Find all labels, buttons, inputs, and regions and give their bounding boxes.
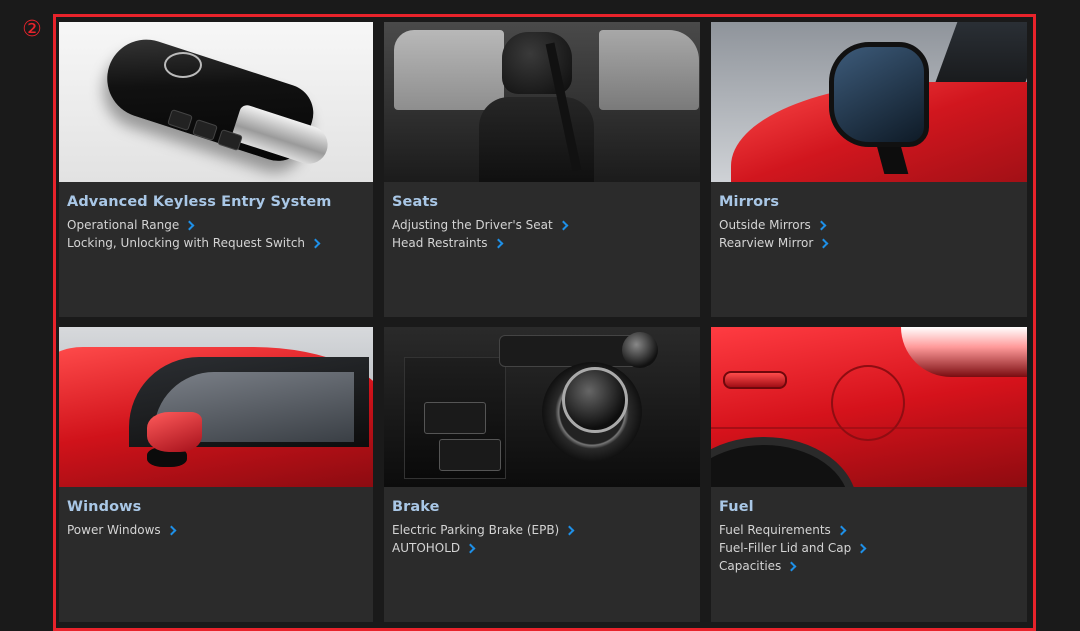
side-mirror-shape [147,412,202,452]
card-fuel: Fuel Fuel Requirements Fuel-Filler Lid a… [711,327,1027,622]
link-power-windows[interactable]: Power Windows [67,521,365,539]
wheel-arch-shape [711,437,857,487]
commander-knob-shape [562,367,628,433]
link-capacities[interactable]: Capacities [719,557,1019,575]
side-window-shape [599,30,699,110]
card-title[interactable]: Seats [392,194,692,210]
highlight-frame: Advanced Keyless Entry System Operationa… [53,14,1036,631]
card-seats: Seats Adjusting the Driver's Seat Head R… [384,22,700,317]
chevron-right-icon [816,220,827,230]
chevron-right-icon [310,238,321,248]
door-handle-shape [723,371,787,389]
chevron-right-icon [558,220,569,230]
link-rearview-mirror[interactable]: Rearview Mirror [719,234,1019,252]
link-label: Fuel Requirements [719,523,831,537]
mirror-image[interactable] [711,22,1027,182]
autohold-switch-shape [439,439,501,471]
chevron-right-icon [786,561,797,571]
window-image[interactable] [59,327,373,487]
mirror-glass-shape [829,42,929,147]
card-title[interactable]: Windows [67,499,365,515]
link-label: Head Restraints [392,236,488,250]
link-label: Fuel-Filler Lid and Cap [719,541,852,555]
link-label: Capacities [719,559,782,573]
chevron-right-icon [166,525,177,535]
side-window-shape [394,30,504,110]
brand-logo-icon [164,52,202,78]
chevron-right-icon [465,543,476,553]
annotation-marker: ② [22,17,42,42]
smart-key-image[interactable] [59,22,373,182]
link-operational-range[interactable]: Operational Range [67,216,365,234]
chevron-right-icon [564,525,575,535]
fuel-lid-image[interactable] [711,327,1027,487]
chevron-right-icon [493,238,503,248]
tail-light-shape [901,327,1027,377]
link-autohold[interactable]: AUTOHOLD [392,539,692,557]
chevron-right-icon [818,238,829,248]
link-outside-mirrors[interactable]: Outside Mirrors [719,216,1019,234]
card-title[interactable]: Mirrors [719,194,1019,210]
link-head-restraints[interactable]: Head Restraints [392,234,692,252]
link-label: Operational Range [67,218,180,232]
parking-brake-switch-shape [424,402,486,434]
card-brake: Brake Electric Parking Brake (EPB) AUTOH… [384,327,700,622]
link-locking-unlocking[interactable]: Locking, Unlocking with Request Switch [67,234,365,252]
card-title[interactable]: Brake [392,499,692,515]
card-mirrors: Mirrors Outside Mirrors Rearview Mirror [711,22,1027,317]
link-label: Locking, Unlocking with Request Switch [67,236,306,250]
card-keyless-entry: Advanced Keyless Entry System Operationa… [59,22,373,317]
link-label: Outside Mirrors [719,218,811,232]
fuel-lid-shape [831,365,905,441]
link-adjusting-drivers-seat[interactable]: Adjusting the Driver's Seat [392,216,692,234]
link-fuel-requirements[interactable]: Fuel Requirements [719,521,1019,539]
chevron-right-icon [856,543,867,553]
volume-knob-shape [622,332,658,368]
chevron-right-icon [836,525,847,535]
link-fuel-filler-lid[interactable]: Fuel-Filler Lid and Cap [719,539,1019,557]
link-label: AUTOHOLD [392,541,461,555]
brake-console-image[interactable] [384,327,700,487]
card-title[interactable]: Advanced Keyless Entry System [67,194,365,210]
link-label: Power Windows [67,523,161,537]
link-electric-parking-brake[interactable]: Electric Parking Brake (EPB) [392,521,692,539]
link-label: Rearview Mirror [719,236,814,250]
card-windows: Windows Power Windows [59,327,373,622]
feature-grid: Advanced Keyless Entry System Operationa… [59,22,1027,622]
chevron-right-icon [184,220,195,230]
card-title[interactable]: Fuel [719,499,1019,515]
seat-image[interactable] [384,22,700,182]
link-label: Electric Parking Brake (EPB) [392,523,560,537]
link-label: Adjusting the Driver's Seat [392,218,553,232]
